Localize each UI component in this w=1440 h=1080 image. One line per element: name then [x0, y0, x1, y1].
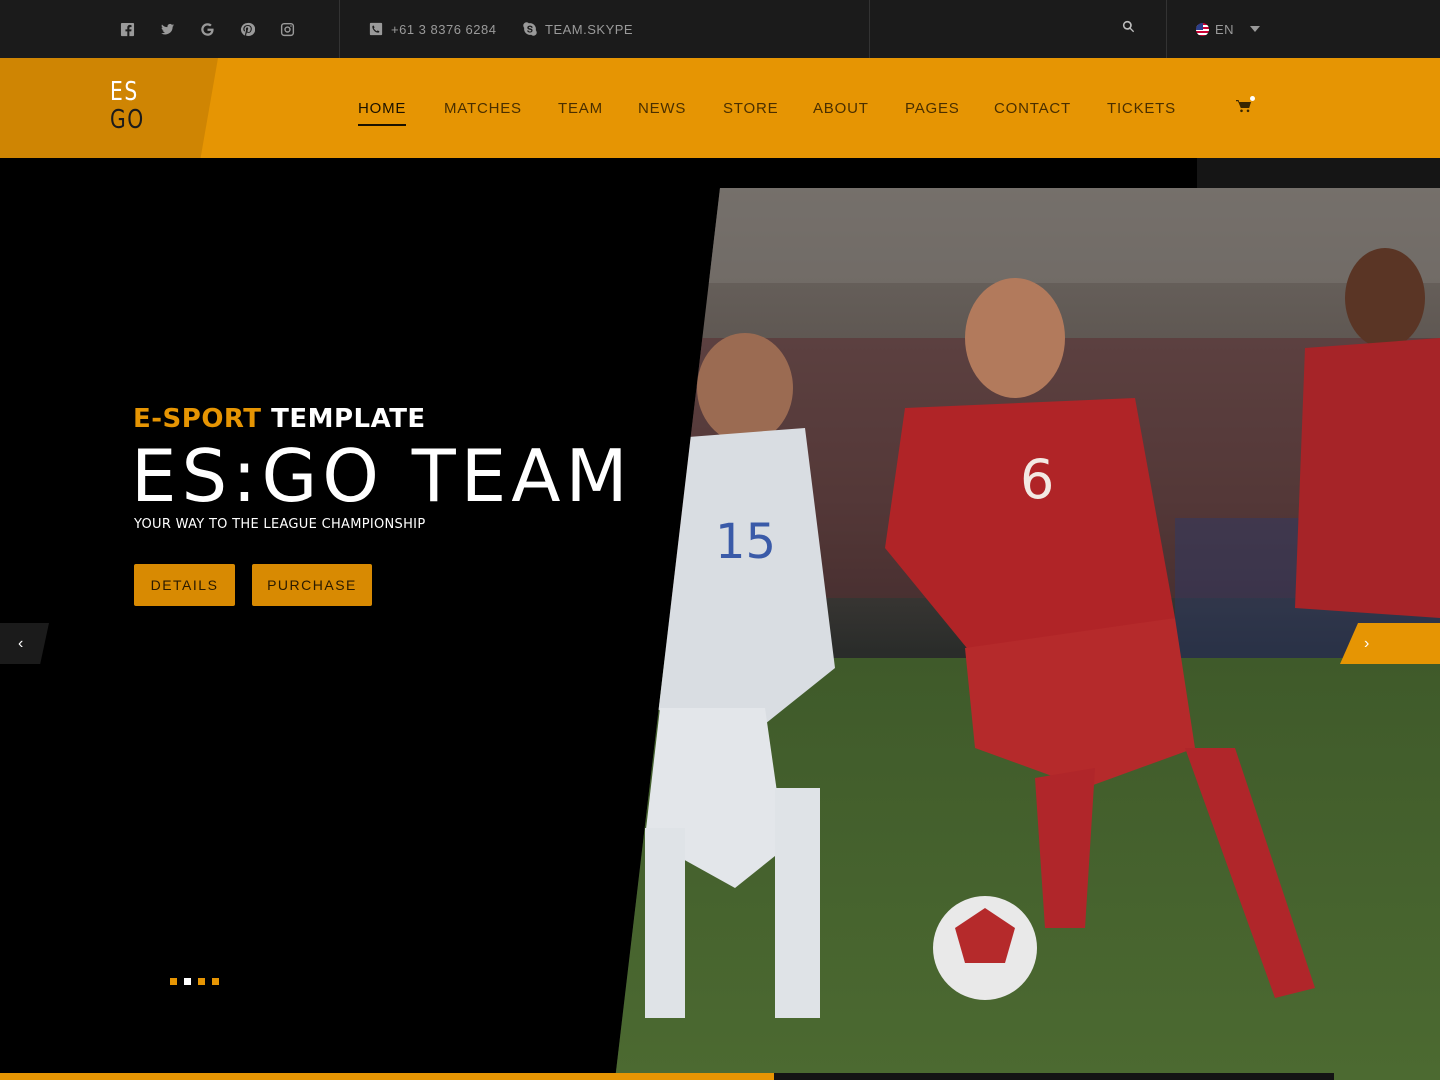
top-bar: +61 3 8376 6284 TEAM.SKYPE EN [0, 0, 1440, 58]
logo-line-1: ES [110, 77, 139, 107]
search-icon [1122, 20, 1135, 33]
svg-text:6: 6 [1020, 448, 1054, 511]
slider-dot[interactable] [184, 978, 191, 985]
hero-tagline: YOUR WAY TO THE LEAGUE CHAMPIONSHIP [134, 517, 426, 532]
divider [1166, 0, 1167, 58]
divider [869, 0, 870, 58]
nav-item-about[interactable]: ABOUT [813, 100, 868, 117]
nav-item-pages[interactable]: PAGES [905, 100, 959, 117]
logo-background [0, 58, 218, 158]
phone-number: +61 3 8376 6284 [391, 21, 497, 37]
nav-item-team[interactable]: TEAM [558, 100, 602, 117]
google-icon[interactable] [198, 20, 216, 38]
skype-link[interactable]: TEAM.SKYPE [523, 0, 633, 58]
hero-eyebrow: E-SPORT TEMPLATE [133, 404, 426, 434]
divider [339, 0, 340, 58]
cart-button[interactable] [1236, 96, 1256, 116]
purchase-button[interactable]: PURCHASE [252, 564, 372, 606]
main-menu: HOME MATCHES TEAM NEWS STORE ABOUT PAGES… [358, 58, 1175, 158]
site-logo[interactable]: ES GO [110, 77, 145, 135]
nav-item-tickets[interactable]: TICKETS [1107, 100, 1175, 117]
nav-item-store[interactable]: STORE [723, 100, 778, 117]
nav-item-contact[interactable]: CONTACT [994, 100, 1070, 117]
slider-dot[interactable] [198, 978, 205, 985]
slide-progress-bar [0, 1073, 774, 1080]
cart-icon [1236, 100, 1251, 113]
details-button[interactable]: DETAILS [134, 564, 235, 606]
eyebrow-text: TEMPLATE [271, 404, 426, 434]
phone-icon [369, 22, 383, 36]
slider-prev-button[interactable]: ‹ [0, 623, 49, 664]
pinterest-icon[interactable] [238, 20, 256, 38]
facebook-icon[interactable] [118, 20, 136, 38]
hero-top-strip [1197, 158, 1440, 188]
chevron-down-icon [1250, 26, 1261, 32]
nav-item-news[interactable]: NEWS [638, 100, 685, 117]
slider-pagination [170, 978, 219, 985]
hero-football-photo: 15 6 [615, 188, 1440, 1080]
skype-icon [523, 22, 537, 36]
language-selector[interactable]: EN [1196, 0, 1261, 58]
hero-slider: 15 6 E-SPORT TEMPLATE ES:GO TEAM YOUR WA… [0, 158, 1440, 1080]
eyebrow-highlight: E-SPORT [133, 404, 262, 434]
instagram-icon[interactable] [278, 20, 296, 38]
chevron-right-icon: › [1364, 634, 1370, 652]
us-flag-icon [1196, 22, 1209, 36]
cart-badge [1250, 96, 1255, 101]
language-label: EN [1215, 21, 1235, 37]
logo-line-2: GO [110, 105, 145, 135]
chevron-left-icon: ‹ [18, 634, 24, 652]
nav-item-home[interactable]: HOME [358, 100, 406, 126]
main-navbar: ES GO HOME MATCHES TEAM NEWS STORE ABOUT… [0, 58, 1440, 158]
social-links [118, 0, 296, 58]
hero-headline: ES:GO TEAM [131, 434, 633, 518]
search-button[interactable] [1122, 20, 1140, 38]
slide-progress-track [774, 1073, 1334, 1080]
slider-dot[interactable] [212, 978, 219, 985]
svg-text:15: 15 [715, 514, 776, 570]
phone-link[interactable]: +61 3 8376 6284 [369, 0, 496, 58]
nav-item-matches[interactable]: MATCHES [444, 100, 521, 117]
skype-handle: TEAM.SKYPE [545, 21, 634, 37]
twitter-icon[interactable] [158, 20, 176, 38]
slider-dot[interactable] [170, 978, 177, 985]
